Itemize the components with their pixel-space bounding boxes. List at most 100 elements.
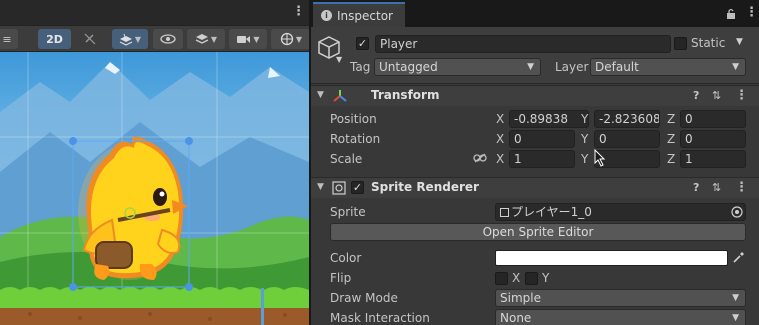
color-swatch[interactable] (495, 250, 728, 266)
position-z-axis[interactable]: Z (667, 112, 675, 126)
ground-grass (0, 287, 262, 308)
transform-menu-icon[interactable]: ⋮ (735, 88, 748, 103)
camera-button[interactable]: ▼ (229, 29, 267, 49)
gizmos-button[interactable]: ▼ (271, 29, 309, 49)
position-label: Position (330, 112, 377, 126)
sprite-asset-icon (500, 208, 509, 217)
sprite-renderer-icon (332, 181, 346, 195)
tag-dropdown[interactable]: Untagged ▼ (374, 58, 541, 76)
rotation-y-axis[interactable]: Y (581, 132, 588, 146)
tab-inspector-label: Inspector (337, 8, 393, 23)
draw-mode-label: Draw Mode (330, 291, 398, 305)
tile-gap (261, 288, 264, 325)
sprite-object-field[interactable]: プレイヤー1_0 (495, 203, 746, 221)
rotation-x-field[interactable]: 0 (509, 130, 575, 148)
flip-x-label: X (512, 271, 521, 285)
icon-dropdown-arrow[interactable]: ▼ (336, 55, 342, 64)
fold-arrow-icon[interactable]: ▼ (317, 182, 324, 192)
rotation-y-field[interactable]: 0 (594, 130, 660, 148)
tag-value: Untagged (379, 60, 438, 74)
rotation-label: Rotation (330, 132, 381, 146)
transform-title: Transform (371, 88, 440, 102)
mask-interaction-dropdown[interactable]: None ▼ (495, 309, 746, 325)
scene-toolbar: ≡ 2D ▼ ▼ ▼ ▼ (0, 25, 309, 52)
gameobject-header: ▼ ✓ Player Static ▼ Tag Untagged ▼ Layer … (311, 27, 759, 84)
gizmo-icon (280, 32, 294, 46)
object-picker-icon[interactable] (731, 206, 743, 218)
fold-arrow-icon[interactable]: ▼ (317, 90, 324, 100)
info-icon: i (321, 10, 332, 21)
scale-z-axis[interactable]: Z (667, 152, 675, 166)
scene-tab-bar: ⋮ (0, 0, 309, 25)
layer-dropdown[interactable]: Default ▼ (590, 58, 746, 76)
eyedropper-icon[interactable] (732, 251, 745, 264)
tag-label: Tag (350, 60, 371, 74)
scale-y-axis[interactable]: Y (581, 152, 588, 166)
mask-interaction-value: None (500, 311, 532, 325)
ground-grass-tile-2 (264, 287, 309, 308)
camera-icon (237, 35, 251, 43)
static-checkbox[interactable] (674, 37, 687, 50)
handle-bottom-left[interactable] (69, 283, 77, 291)
scale-x-axis[interactable]: X (496, 152, 504, 166)
sprite-renderer-header[interactable]: ▼ ✓ Sprite Renderer ? ⇅ ⋮ (311, 177, 759, 198)
static-dropdown-arrow[interactable]: ▼ (736, 37, 743, 47)
mouse-cursor-icon (594, 149, 606, 167)
static-label: Static (691, 36, 726, 50)
sprite-renderer-enabled-checkbox[interactable]: ✓ (351, 181, 364, 194)
handle-top-right[interactable] (185, 137, 193, 145)
more-options-icon[interactable]: ⋮ (292, 4, 305, 19)
effects-toggle-button[interactable]: ▼ (112, 29, 148, 49)
flip-x-checkbox[interactable] (495, 272, 508, 285)
inspector-tab-bar: i Inspector ⋮ (311, 0, 759, 27)
color-label: Color (330, 251, 362, 265)
draw-mode-value: Simple (500, 291, 541, 305)
open-sprite-editor-button[interactable]: Open Sprite Editor (330, 223, 746, 241)
gameobject-name-field[interactable]: Player (375, 35, 671, 53)
position-y-axis[interactable]: Y (581, 112, 588, 126)
render-mode-button[interactable]: ▼ (187, 29, 225, 49)
active-checkbox[interactable]: ✓ (356, 37, 369, 50)
handle-bottom-right[interactable] (185, 283, 193, 291)
flip-y-checkbox[interactable] (525, 272, 538, 285)
sprite-renderer-menu-icon[interactable]: ⋮ (735, 180, 748, 195)
preset-icon[interactable]: ⇅ (712, 181, 721, 194)
flip-y-label: Y (542, 271, 550, 285)
handle-top-left[interactable] (69, 137, 77, 145)
sprite-value: プレイヤー1_0 (511, 205, 592, 219)
scale-x-field[interactable]: 1 (509, 150, 575, 168)
position-x-axis[interactable]: X (496, 112, 504, 126)
scene-viewport[interactable] (0, 52, 309, 325)
position-x-field[interactable]: -0.89838 (509, 110, 589, 128)
constrain-proportions-icon[interactable] (473, 153, 487, 163)
rotation-z-axis[interactable]: Z (667, 132, 675, 146)
position-y-field[interactable]: -2.823608 (594, 110, 660, 128)
lighting-icon[interactable] (78, 29, 102, 49)
rotation-x-axis[interactable]: X (496, 132, 504, 146)
scene-view[interactable]: ⋮ ≡ 2D ▼ ▼ ▼ ▼ (0, 0, 309, 325)
rotation-z-field[interactable]: 0 (680, 130, 746, 148)
visibility-icon[interactable] (153, 29, 183, 49)
inspector-panel: i Inspector ⋮ ▼ ✓ Player Static ▼ Tag Un… (311, 0, 759, 325)
scale-z-field[interactable]: 1 (680, 150, 746, 168)
flip-label: Flip (330, 271, 352, 285)
lock-icon[interactable] (726, 8, 736, 19)
tab-inspector[interactable]: i Inspector (313, 2, 405, 27)
draw-mode-dropdown[interactable]: Simple ▼ (495, 289, 746, 307)
preset-icon[interactable]: ⇅ (712, 89, 721, 102)
position-z-field[interactable]: 0 (680, 110, 746, 128)
sprite-label: Sprite (330, 205, 366, 219)
inspector-menu-icon[interactable]: ⋮ (745, 5, 758, 20)
toggle-2d-button[interactable]: 2D (38, 29, 71, 49)
hamburger-icon[interactable]: ≡ (0, 29, 18, 49)
transform-icon (333, 90, 347, 102)
layer-label: Layer (555, 60, 589, 74)
layers-icon (195, 34, 209, 44)
sprite-renderer-title: Sprite Renderer (371, 180, 479, 194)
layers-effects-icon (119, 33, 133, 46)
mask-interaction-label: Mask Interaction (330, 311, 430, 325)
layer-value: Default (595, 60, 639, 74)
help-icon[interactable]: ? (693, 181, 699, 194)
help-icon[interactable]: ? (693, 89, 699, 102)
transform-header[interactable]: ▼ Transform ? ⇅ ⋮ (311, 85, 759, 106)
